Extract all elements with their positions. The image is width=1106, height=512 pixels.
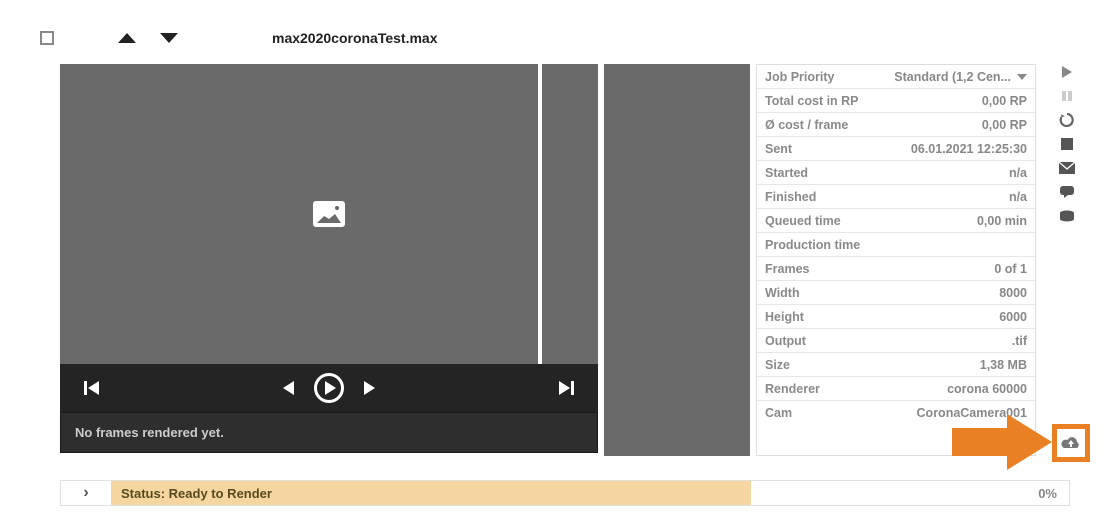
dropdown-caret-icon — [1017, 74, 1027, 80]
info-row: Ø cost / frame 0,00 RP — [757, 113, 1035, 137]
prev-button[interactable] — [283, 381, 294, 395]
info-row: Frames 0 of 1 — [757, 257, 1035, 281]
skip-end-button[interactable] — [559, 381, 574, 395]
info-row: Finished n/a — [757, 185, 1035, 209]
info-label: Renderer — [765, 382, 820, 396]
info-label: Frames — [765, 262, 809, 276]
file-name: max2020coronaTest.max — [272, 30, 438, 46]
info-row: Started n/a — [757, 161, 1035, 185]
info-label: Height — [765, 310, 804, 324]
status-text: Status: Ready to Render — [111, 481, 751, 505]
info-row: Size 1,38 MB — [757, 353, 1035, 377]
info-value: 0,00 RP — [982, 94, 1027, 108]
status-bar: › Status: Ready to Render 0% — [60, 480, 1070, 506]
chat-icon[interactable] — [1058, 184, 1076, 200]
mail-icon[interactable] — [1058, 160, 1076, 176]
select-checkbox[interactable] — [40, 31, 54, 45]
info-value: 0,00 min — [977, 214, 1027, 228]
info-label: Production time — [765, 238, 860, 252]
action-sidebar — [1054, 64, 1080, 224]
move-down-icon[interactable] — [160, 33, 178, 43]
pause-icon[interactable] — [1058, 88, 1076, 104]
preview-area — [60, 64, 598, 364]
info-label: Finished — [765, 190, 816, 204]
disk-icon[interactable] — [1058, 208, 1076, 224]
next-tri-icon — [559, 381, 570, 395]
info-value: 8000 — [999, 286, 1027, 300]
bar-icon — [84, 381, 87, 395]
move-up-icon[interactable] — [118, 33, 136, 43]
info-value: 06.01.2021 12:25:30 — [911, 142, 1027, 156]
progress-percent: 0% — [1038, 486, 1069, 501]
expand-chevron-icon[interactable]: › — [61, 484, 111, 502]
info-row: CamCoronaCamera001 — [757, 401, 1035, 425]
play-button[interactable] — [314, 373, 344, 403]
info-row: Production time — [757, 233, 1035, 257]
info-value: n/a — [1009, 190, 1027, 204]
next-tri-icon — [364, 381, 375, 395]
info-value: 0 of 1 — [994, 262, 1027, 276]
info-label: Output — [765, 334, 806, 348]
info-row[interactable]: Job Priority Standard (1,2 Cen... — [757, 65, 1035, 89]
info-label: Width — [765, 286, 800, 300]
prev-tri-icon — [88, 381, 99, 395]
skip-start-button[interactable] — [84, 381, 99, 395]
info-label: Total cost in RP — [765, 94, 859, 108]
info-row: Queued time 0,00 min — [757, 209, 1035, 233]
info-label: Job Priority — [765, 70, 834, 84]
info-label: Ø cost / frame — [765, 118, 848, 132]
stop-icon[interactable] — [1058, 136, 1076, 152]
info-label: Size — [765, 358, 790, 372]
info-value: 1,38 MB — [980, 358, 1027, 372]
info-label: Started — [765, 166, 808, 180]
info-label: Sent — [765, 142, 792, 156]
info-row: Renderer corona 60000 — [757, 377, 1035, 401]
info-value: corona 60000 — [947, 382, 1027, 396]
next-button[interactable] — [364, 381, 375, 395]
info-row: Sent 06.01.2021 12:25:30 — [757, 137, 1035, 161]
play-icon — [325, 381, 336, 395]
playback-controls — [60, 364, 598, 412]
info-value: .tif — [1012, 334, 1027, 348]
info-row: Total cost in RP 0,00 RP — [757, 89, 1035, 113]
info-row: Height 6000 — [757, 305, 1035, 329]
info-value: 0,00 RP — [982, 118, 1027, 132]
thumbnail-strip — [604, 64, 750, 456]
cloud-upload-button[interactable] — [1052, 424, 1090, 462]
refresh-icon[interactable] — [1058, 112, 1076, 128]
cloud-upload-icon — [1060, 434, 1082, 452]
image-placeholder-icon — [313, 201, 345, 227]
no-frames-message: No frames rendered yet. — [60, 412, 598, 453]
info-value: 6000 — [999, 310, 1027, 324]
play-icon[interactable] — [1058, 64, 1076, 80]
info-label: Queued time — [765, 214, 841, 228]
info-value: Standard (1,2 Cen... — [894, 70, 1027, 84]
bar-icon — [571, 381, 574, 395]
info-value: n/a — [1009, 166, 1027, 180]
info-label: Cam — [765, 406, 792, 420]
info-panel: Job Priority Standard (1,2 Cen... Total co… — [756, 64, 1036, 456]
prev-tri-icon — [283, 381, 294, 395]
info-row: Width 8000 — [757, 281, 1035, 305]
info-row: Output .tif — [757, 329, 1035, 353]
